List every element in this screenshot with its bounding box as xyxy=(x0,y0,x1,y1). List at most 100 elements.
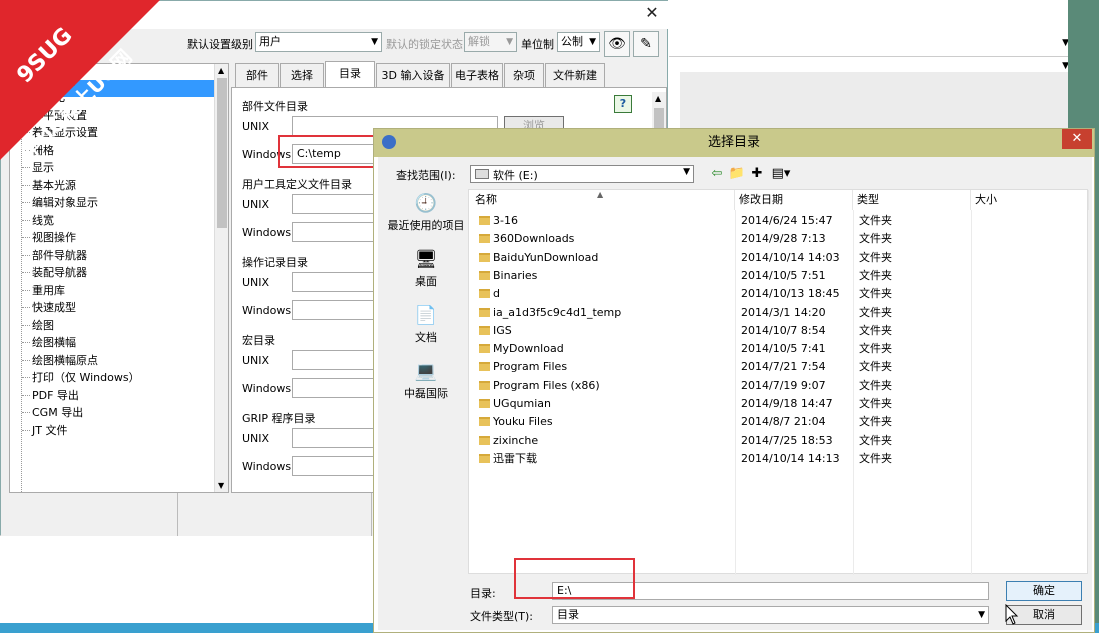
drive-icon xyxy=(475,169,489,179)
file-name-text: 3-16 xyxy=(493,214,518,227)
tree-item[interactable]: 装配导航器 xyxy=(22,264,87,281)
lookin-select[interactable]: 软件 (E:) ▼ xyxy=(470,165,694,183)
tree-item[interactable]: 部件导航器 xyxy=(22,247,87,264)
view-menu-icon[interactable]: ▤▾ xyxy=(768,165,794,183)
select-directory-dialog: 选择目录 ✕ 查找范围(I): 软件 (E:) ▼ ⇦ 📁 ✚ ▤▾ 🕘 最近使用… xyxy=(373,128,1095,633)
close-icon[interactable]: ✕ xyxy=(643,4,661,22)
unix-label: UNIX xyxy=(242,354,270,367)
place-2[interactable]: 📄 文档 xyxy=(386,305,466,345)
tab-3[interactable]: 3D 输入设备 xyxy=(376,63,450,87)
ok-button[interactable]: 确定 xyxy=(1006,581,1082,601)
tab-5[interactable]: 杂项 xyxy=(504,63,544,87)
lock-select[interactable]: 解锁 ▼ xyxy=(464,32,517,52)
file-row[interactable]: zixinche 2014/7/25 18:53 文件夹 xyxy=(469,432,1089,450)
file-row[interactable]: 迅雷下载 2014/10/14 14:13 文件夹 xyxy=(469,450,1089,468)
scroll-up-icon[interactable]: ▲ xyxy=(218,66,224,75)
sort-up-icon: ▲ xyxy=(597,190,604,199)
file-row[interactable]: Program Files (x86) 2014/7/19 9:07 文件夹 xyxy=(469,377,1089,395)
file-row[interactable]: BaiduYunDownload 2014/10/14 14:03 文件夹 xyxy=(469,249,1089,267)
tree-item[interactable]: CGM 导出 xyxy=(21,404,83,421)
place-3[interactable]: 💻 中磊国际 xyxy=(386,361,466,401)
help-icon[interactable]: ? xyxy=(614,95,632,113)
wand-icon[interactable]: ✎ xyxy=(633,31,659,57)
file-type: 文件夹 xyxy=(859,433,892,447)
file-name-text: Program Files (x86) xyxy=(493,378,600,392)
folder-icon xyxy=(479,270,490,280)
file-date: 2014/9/28 7:13 xyxy=(741,232,826,246)
file-type: 文件夹 xyxy=(859,397,892,410)
documents-icon: 📄 xyxy=(414,305,438,326)
background-combo-1[interactable]: ▼ xyxy=(669,34,1069,54)
scroll-down-icon[interactable]: ▼ xyxy=(218,481,224,490)
column-header-2[interactable]: 类型 xyxy=(853,190,971,210)
find-icon[interactable]: 👁 xyxy=(604,31,630,57)
tab-6[interactable]: 文件新建 xyxy=(545,63,605,87)
file-name-text: 迅雷下载 xyxy=(493,451,537,465)
file-type: 文件夹 xyxy=(859,378,892,392)
background-panel xyxy=(0,535,380,625)
desktop-icon: 🖥 xyxy=(414,249,438,270)
section-title: 用户工具定义文件目录 xyxy=(242,178,352,191)
file-date: 2014/10/5 7:51 xyxy=(741,268,826,282)
tree-item[interactable]: 绘图横幅 xyxy=(22,334,76,351)
file-row[interactable]: Program Files 2014/7/21 7:54 文件夹 xyxy=(469,358,1089,376)
place-label: 中磊国际 xyxy=(404,387,448,400)
tree-item[interactable]: 打印（仅 Windows） xyxy=(22,369,140,386)
tab-0[interactable]: 部件 xyxy=(235,63,279,87)
tree-item[interactable]: 绘图横幅原点 xyxy=(22,352,98,369)
file-name-text: zixinche xyxy=(493,433,539,447)
file-type: 文件夹 xyxy=(859,451,892,465)
up-folder-icon[interactable]: 📁 xyxy=(728,165,746,183)
file-row[interactable]: d 2014/10/13 18:45 文件夹 xyxy=(469,285,1089,303)
file-name: Binaries xyxy=(479,267,537,285)
scroll-thumb[interactable] xyxy=(217,78,227,228)
tree-item[interactable]: 视图操作 xyxy=(22,229,76,246)
dialog-titlebar: 选择目录 ✕ xyxy=(374,129,1094,157)
file-row[interactable]: IGS 2014/10/7 8:54 文件夹 xyxy=(469,322,1089,340)
tab-2[interactable]: 目录 xyxy=(325,61,375,87)
place-label: 最近使用的项目 xyxy=(387,219,465,232)
tree-item[interactable]: 绘图 xyxy=(22,317,54,334)
section-title: 操作记录目录 xyxy=(242,256,308,269)
place-0[interactable]: 🕘 最近使用的项目 xyxy=(386,193,466,233)
recent-places-icon: 🕘 xyxy=(414,193,438,214)
column-header-3[interactable]: 大小 xyxy=(971,190,1089,210)
file-row[interactable]: Binaries 2014/10/5 7:51 文件夹 xyxy=(469,267,1089,285)
tree-item[interactable]: 重用库 xyxy=(22,282,65,299)
file-row[interactable]: 3-16 2014/6/24 15:47 文件夹 xyxy=(469,212,1089,230)
tree-item[interactable]: 线宽 xyxy=(22,212,54,229)
column-header-1[interactable]: 修改日期 xyxy=(735,190,853,210)
back-icon[interactable]: ⇦ xyxy=(708,165,726,183)
file-name: Youku Files xyxy=(479,413,553,431)
file-row[interactable]: MyDownload 2014/10/5 7:41 文件夹 xyxy=(469,340,1089,358)
tree-item[interactable]: 快速成型 xyxy=(22,299,76,316)
close-icon[interactable]: ✕ xyxy=(1062,129,1092,149)
tree-item[interactable]: 编辑对象显示 xyxy=(22,194,98,211)
unit-select[interactable]: 公制 ▼ xyxy=(557,32,600,52)
folder-icon xyxy=(479,325,490,335)
tree-item[interactable]: JT 文件 xyxy=(21,422,67,439)
scroll-up-icon[interactable]: ▲ xyxy=(655,94,661,103)
type-select[interactable]: 目录 ▼ xyxy=(552,606,989,624)
watermark-logo: 9SUG 学UG就上UG网 xyxy=(0,0,160,160)
new-folder-icon[interactable]: ✚ xyxy=(748,165,766,183)
chevron-down-icon: ▼ xyxy=(371,37,378,47)
file-row[interactable]: 360Downloads 2014/9/28 7:13 文件夹 xyxy=(469,230,1089,248)
level-select[interactable]: 用户 ▼ xyxy=(255,32,382,52)
unit-label: 单位制 xyxy=(521,38,554,51)
tree-item[interactable]: PDF 导出 xyxy=(22,387,79,404)
tab-1[interactable]: 选择 xyxy=(280,63,324,87)
file-name: Program Files (x86) xyxy=(479,377,600,395)
dialog-body: 查找范围(I): 软件 (E:) ▼ ⇦ 📁 ✚ ▤▾ 🕘 最近使用的项目 🖥 桌面 📄… xyxy=(378,157,1092,630)
tree-item[interactable]: 基本光源 xyxy=(22,177,76,194)
file-row[interactable]: UGqumian 2014/9/18 14:47 文件夹 xyxy=(469,395,1089,413)
place-1[interactable]: 🖥 桌面 xyxy=(386,249,466,289)
file-row[interactable]: Youku Files 2014/8/7 21:04 文件夹 xyxy=(469,413,1089,431)
tab-4[interactable]: 电子表格 xyxy=(451,63,503,87)
tree-scrollbar[interactable]: ▲ ▼ xyxy=(214,64,228,492)
file-row[interactable]: ia_a1d3f5c9c4d1_temp 2014/3/1 14:20 文件夹 xyxy=(469,304,1089,322)
cursor-icon xyxy=(1005,604,1019,625)
lookin-value: 软件 (E:) xyxy=(493,169,538,182)
tree-item[interactable]: 显示 xyxy=(22,159,54,176)
folder-icon xyxy=(479,362,490,372)
